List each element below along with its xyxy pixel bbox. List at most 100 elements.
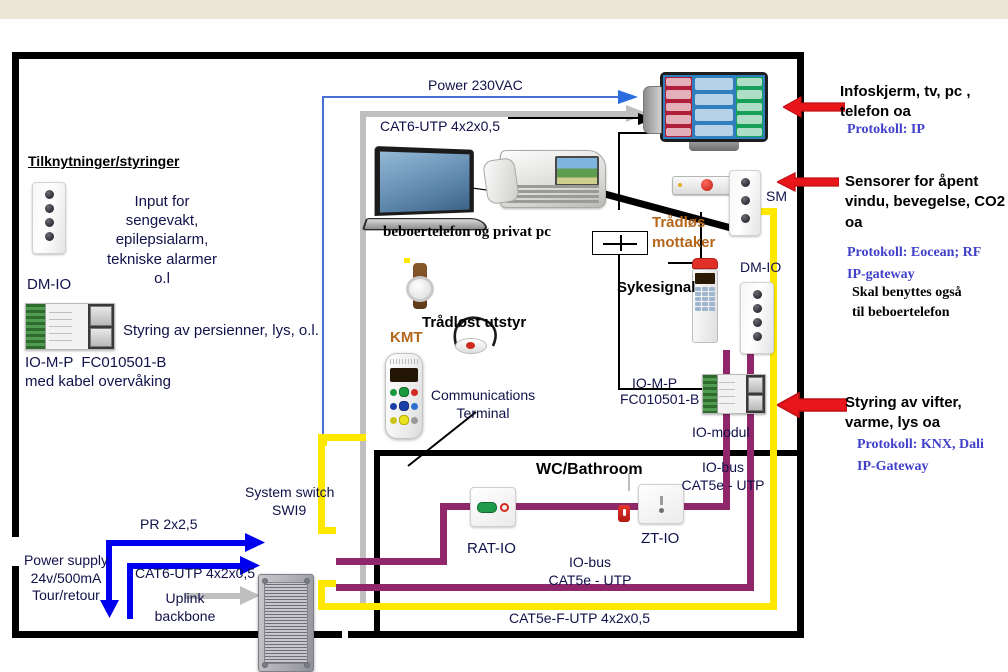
label-io-mp-code: FC010501-B xyxy=(620,391,700,407)
socket-hole xyxy=(44,232,54,241)
cable-blue-pr-h xyxy=(106,540,252,546)
cable-230vac-vertical xyxy=(322,96,324,452)
label-io-modul: IO-modul xyxy=(692,424,750,440)
callout-arrow-control xyxy=(777,390,847,420)
socket-hole xyxy=(740,178,750,187)
left-panel-heading: Tilknytninger/styringer xyxy=(28,153,180,169)
io-mp-description: Styring av persienner, lys, o.l. xyxy=(123,322,319,339)
pull-cord-alarm[interactable] xyxy=(618,505,630,522)
phone-keypad xyxy=(507,185,599,203)
label-tradlost-utstyr: Trådløst utstyr xyxy=(422,314,527,331)
module-body xyxy=(46,304,88,349)
io-mp-label-left-2: med kabel overvåking xyxy=(25,373,171,390)
socket-hole xyxy=(752,290,762,299)
phone-handset xyxy=(482,156,520,206)
sykesignal-handset[interactable] xyxy=(692,258,718,343)
annotation-2-title: Sensorer for åpent vindu, bevegelse, CO2… xyxy=(845,173,1006,231)
label-pr-2x25: PR 2x2,5 xyxy=(140,516,198,532)
socket-hole xyxy=(44,190,54,199)
label-beboertelefon: beboertelefon og privat pc xyxy=(383,224,551,240)
cable-yellow-kmt-tick xyxy=(404,258,410,263)
io-mp-module-left[interactable] xyxy=(25,303,115,350)
label-power-230vac: Power 230VAC xyxy=(428,77,523,93)
arrowhead-blue-pr xyxy=(245,533,265,557)
annotation-1-protocol: Protokoll: IP xyxy=(847,122,925,137)
label-communications-terminal: Communications Terminal xyxy=(430,387,536,422)
socket-hole xyxy=(740,214,750,223)
sensor-dot xyxy=(658,507,664,513)
label-wc-bathroom: WC/Bathroom xyxy=(536,461,643,478)
socket-hole xyxy=(752,318,762,327)
kmt-row-yellow[interactable] xyxy=(390,415,418,425)
laptop[interactable] xyxy=(361,146,489,234)
infoscreen[interactable] xyxy=(643,72,768,151)
pendant-alarm[interactable] xyxy=(453,316,497,354)
pull-switch[interactable] xyxy=(477,501,497,513)
label-io-mp-right: IO-M-P xyxy=(632,375,678,391)
sensor-stem xyxy=(659,495,663,505)
cable-230vac-horizontal xyxy=(322,96,632,98)
watch-face xyxy=(406,276,434,302)
infoscreen-display xyxy=(663,75,765,139)
module-body xyxy=(717,375,747,413)
annotation-1-title: Infoskjerm, tv, pc , telefon oa xyxy=(840,83,971,121)
callout-arrow-infoscreen xyxy=(783,94,845,120)
dm-io-plate-left[interactable] xyxy=(32,182,66,254)
socket-hole xyxy=(740,196,750,205)
rj45-ports xyxy=(746,375,765,413)
wall-right xyxy=(797,52,804,638)
top-banner xyxy=(0,0,1008,19)
dm-io-label-left: DM-IO xyxy=(27,276,72,293)
rat-io-socket[interactable] xyxy=(470,487,516,527)
alarm-button[interactable] xyxy=(701,179,713,191)
label-cat5e-f-utp: CAT5e-F-UTP 4x2x0,5 xyxy=(509,610,651,626)
infoscreen-right-buttons xyxy=(736,77,763,137)
label-sm: SM xyxy=(766,188,787,204)
arrowhead-gray-uplink xyxy=(240,586,260,610)
socket-hole xyxy=(752,332,762,341)
handset-body xyxy=(692,269,718,343)
dm-io-plate-right[interactable] xyxy=(740,282,774,354)
pendant-button[interactable] xyxy=(455,338,487,354)
junction-symbol xyxy=(592,231,648,255)
label-swi9: SWI9 xyxy=(272,502,307,518)
socket-hole xyxy=(752,304,762,313)
kmt-terminal[interactable] xyxy=(385,353,423,439)
annotation-3-protocol: Protokoll: KNX, Dali IP-Gateway xyxy=(857,437,984,474)
cable-yellow-kmt-h xyxy=(318,434,366,441)
infoscreen-side-unit xyxy=(643,86,662,134)
label-dm-io-right: DM-IO xyxy=(740,259,782,275)
wall-left-upper xyxy=(12,52,19,537)
label-tradlos-mottaker: Trådløs mottaker xyxy=(652,214,716,251)
cable-yellow-bottom-h xyxy=(318,603,777,610)
status-led xyxy=(678,183,682,187)
diagram-canvas: Tilknytninger/styringer Input for sengev… xyxy=(0,0,1008,672)
cable-blue-cat6-v xyxy=(127,563,133,619)
cable-phone-to-infoscreen xyxy=(508,117,640,119)
label-zt-io: ZT-IO xyxy=(641,530,680,547)
label-io-bus-right: IO-bus CAT5e - UTP xyxy=(681,459,765,493)
label-kmt: KMT xyxy=(390,329,423,346)
label-uplink-backbone: Uplink backbone xyxy=(154,590,216,624)
phone-body xyxy=(482,150,606,208)
infoscreen-frame xyxy=(660,72,768,142)
desk-phone[interactable] xyxy=(482,150,606,208)
label-cat6-utp-switch: CAT6-UTP 4x2x0,5 xyxy=(135,565,256,581)
wall-top xyxy=(12,52,804,59)
annotation-2-protocol: Protokoll: Eocean; RF IP-gateway xyxy=(847,245,982,282)
phone-screen xyxy=(555,156,599,186)
system-switch-device[interactable] xyxy=(258,574,314,672)
infoscreen-center-panel xyxy=(693,77,735,137)
kmt-row-blue[interactable] xyxy=(390,401,418,411)
socket-hole xyxy=(44,204,54,213)
infoscreen-stand xyxy=(689,142,739,151)
sm-plate[interactable] xyxy=(729,170,761,236)
kmt-row-green[interactable] xyxy=(390,387,418,397)
label-cat6-utp-top: CAT6-UTP 4x2x0,5 xyxy=(380,118,501,134)
io-modul-right[interactable] xyxy=(702,374,766,414)
label-system-switch: System switch xyxy=(245,484,335,500)
emergency-button[interactable] xyxy=(692,258,718,269)
cable-purple-lower-h1 xyxy=(336,558,447,565)
infoscreen-left-buttons xyxy=(665,77,692,137)
switch-vent-mesh xyxy=(264,582,308,664)
